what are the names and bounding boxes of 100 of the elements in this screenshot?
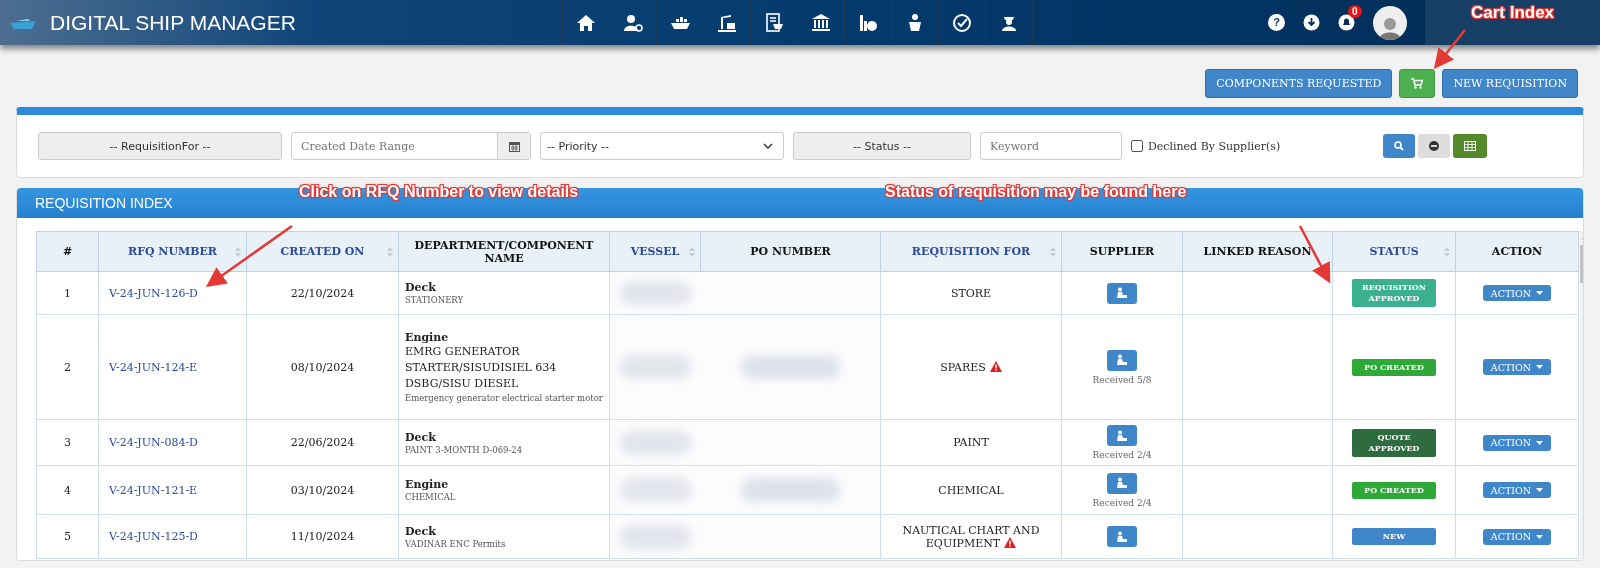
rfq-link[interactable]: V-24-JUN-126-D xyxy=(109,286,198,300)
row-number: 2 xyxy=(64,360,71,374)
cart-document-icon[interactable] xyxy=(764,12,784,33)
cart-button[interactable] xyxy=(1399,69,1436,98)
keyword-field[interactable]: Keyword xyxy=(980,132,1122,160)
person-desk-icon xyxy=(1116,354,1128,366)
column-header: PO NUMBER xyxy=(750,245,831,258)
annotation-label: Status of requisition may be found here xyxy=(885,183,1187,201)
date-text: 08/10/2024 xyxy=(290,360,355,374)
caret-icon xyxy=(1536,291,1544,295)
rfq-link[interactable]: V-24-JUN-121-E xyxy=(109,483,198,497)
department-name: Engine xyxy=(405,478,450,491)
rfq-link[interactable]: V-24-JUN-124-E xyxy=(109,360,198,374)
column-header: SUPPLIER xyxy=(1089,245,1155,258)
status-badge: REQUISITION APPROVED xyxy=(1352,279,1436,307)
column-header: LINKED REASON xyxy=(1203,245,1312,258)
home-icon[interactable] xyxy=(576,12,596,33)
help-button[interactable]: ? xyxy=(1268,14,1285,31)
blurred-block xyxy=(620,355,691,379)
supplier-button[interactable] xyxy=(1107,472,1137,494)
action-dropdown-button[interactable]: ACTION xyxy=(1482,528,1552,545)
table-icon xyxy=(1464,141,1477,151)
component-text: VADINAR ENC Permits xyxy=(405,537,507,551)
download-icon[interactable] xyxy=(1303,14,1320,31)
blurred-block xyxy=(620,524,691,549)
chevron-down-icon xyxy=(763,143,773,149)
column-header[interactable]: RFQ NUMBER xyxy=(128,245,217,258)
user-settings-icon[interactable] xyxy=(623,12,643,33)
component-text: PAINT 3-MONTH D-069-24 xyxy=(405,443,524,457)
person-silhouette-icon xyxy=(1379,15,1401,40)
clear-button[interactable] xyxy=(1418,134,1451,158)
row-number: 4 xyxy=(64,483,71,497)
person-desk-icon xyxy=(1116,429,1128,442)
search-icon xyxy=(1394,141,1405,151)
requisition-for-text: STORE xyxy=(950,286,992,300)
supplier-button[interactable] xyxy=(1107,526,1137,547)
requisition-for-text: NAUTICAL CHART AND EQUIPMENT xyxy=(902,523,1040,550)
person-desk-icon xyxy=(1116,287,1128,299)
action-dropdown-button[interactable]: ACTION xyxy=(1482,482,1552,498)
requisition-for-text: PAINT xyxy=(953,436,989,449)
status-select[interactable]: -- Status -- xyxy=(793,132,971,160)
check-badge-icon[interactable] xyxy=(952,12,972,33)
received-count: Received 2/4 xyxy=(1091,450,1153,460)
minus-circle-icon xyxy=(1429,141,1440,151)
column-header: DEPARTMENT/COMPONENT NAME xyxy=(414,238,594,265)
app-title: DIGITAL SHIP MANAGER xyxy=(50,10,296,35)
column-header[interactable]: STATUS xyxy=(1369,245,1419,258)
column-header[interactable]: CREATED ON xyxy=(280,245,365,258)
requisition-for-text: CHEMICAL xyxy=(938,483,1004,497)
calendar-icon xyxy=(508,140,520,152)
user-avatar[interactable] xyxy=(1373,5,1407,40)
annotation-label: Cart Index xyxy=(1470,2,1555,23)
chart-icon[interactable] xyxy=(858,12,878,33)
person-desk-icon xyxy=(1116,477,1128,489)
notification-bell-icon[interactable] xyxy=(1338,14,1355,31)
action-dropdown-button[interactable]: ACTION xyxy=(1482,285,1552,301)
supplier-button[interactable] xyxy=(1107,282,1137,304)
row-number: 3 xyxy=(64,436,71,449)
received-count: Received 5/8 xyxy=(1091,374,1153,385)
status-badge: PO CREATED xyxy=(1352,358,1436,376)
toolbar-button[interactable]: NEW REQUISITION xyxy=(1442,69,1578,98)
priority-select[interactable]: -- Priority -- xyxy=(540,132,784,160)
status-badge: PO CREATED xyxy=(1352,481,1436,499)
action-dropdown-button[interactable]: ACTION xyxy=(1482,359,1552,375)
requisition-for-select[interactable]: -- RequisitionFor -- xyxy=(38,132,282,160)
rfq-link[interactable]: V-24-JUN-125-D xyxy=(109,530,198,543)
date-text: 22/10/2024 xyxy=(290,286,355,300)
department-name: Engine xyxy=(405,331,450,344)
supplier-button[interactable] xyxy=(1107,425,1137,446)
department-name: Deck xyxy=(405,524,437,538)
blurred-block xyxy=(620,430,691,455)
column-header[interactable]: VESSEL xyxy=(630,245,680,258)
action-dropdown-button[interactable]: ACTION xyxy=(1482,434,1552,451)
date-range-field[interactable]: Created Date Range xyxy=(291,132,531,160)
search-button[interactable] xyxy=(1383,134,1416,158)
annotation-label: Click on RFQ Number to view details xyxy=(299,183,579,201)
blurred-block xyxy=(620,478,691,502)
department-name: Deck xyxy=(405,281,437,294)
component-text: CHEMICAL xyxy=(405,491,457,504)
supplier-button[interactable] xyxy=(1107,349,1137,371)
component-text: Emergency generator electrical starter motor xyxy=(405,392,603,405)
caret-icon xyxy=(1536,488,1544,492)
checkbox-label: Declined By Supplier(s) xyxy=(1148,139,1281,153)
date-text: 22/06/2024 xyxy=(290,436,355,449)
notification-count: 0 xyxy=(1348,5,1362,18)
requisition-for-text: SPARES xyxy=(940,360,986,374)
declined-checkbox[interactable] xyxy=(1131,140,1143,152)
export-button[interactable] xyxy=(1453,134,1488,158)
status-badge: NEW xyxy=(1352,528,1436,545)
person-desk-icon xyxy=(1116,530,1128,543)
caret-icon xyxy=(1536,534,1544,539)
caret-icon xyxy=(1536,440,1544,445)
status-badge: QUOTE APPROVED xyxy=(1352,428,1436,457)
date-text: 03/10/2024 xyxy=(290,483,355,497)
bank-icon[interactable] xyxy=(811,12,831,33)
cart-icon xyxy=(1411,78,1424,89)
rfq-link[interactable]: V-24-JUN-084-D xyxy=(109,436,198,449)
caret-icon xyxy=(1536,365,1544,369)
toolbar-button[interactable]: COMPONENTS REQUESTED xyxy=(1205,69,1393,98)
crane-icon[interactable] xyxy=(717,12,737,33)
